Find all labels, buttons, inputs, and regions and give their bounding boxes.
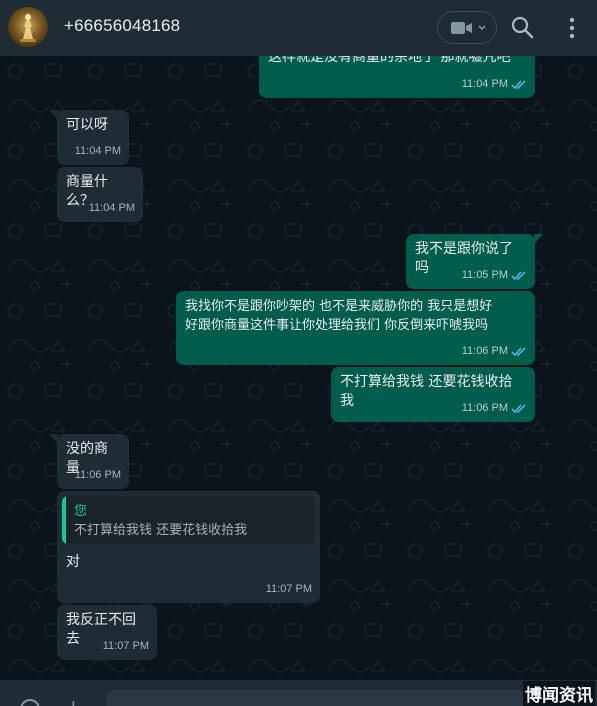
- chevron-down-icon: [478, 25, 486, 31]
- message-bubble-outgoing[interactable]: 我找你不是跟你吵架的 也不是来威胁你的 我只是想好 好跟你商量这件事让你处理给我…: [176, 291, 535, 365]
- message-time: 11:06 PM: [74, 469, 121, 481]
- message-list[interactable]: 这样就是没有商量的余地了 那就嘘咒吧 11:04 PM 可以呀 11:04 PM…: [0, 56, 597, 680]
- message-time: 11:04 PM: [74, 145, 121, 157]
- message-text: 可以呀: [66, 117, 108, 133]
- message-text: 这样就是没有商量的余地了 那就嘘咒吧: [268, 56, 511, 65]
- message-meta: 11:06 PM: [462, 399, 527, 418]
- message-bubble-outgoing[interactable]: 我不是跟你说了吗 11:05 PM: [406, 234, 543, 289]
- message-bubble-incoming-reply[interactable]: 您 不打算给我钱 还要花钱收拾我 对 11:07 PM: [57, 491, 320, 603]
- bubble-tail: [49, 110, 58, 120]
- message-text: 对: [66, 554, 80, 570]
- compose-bar: +: [0, 680, 597, 706]
- message-time: 11:04 PM: [461, 78, 508, 90]
- message-meta: 11:06 PM: [75, 466, 121, 485]
- message-time: 11:07 PM: [265, 583, 312, 595]
- message-bubble-outgoing[interactable]: 这样就是没有商量的余地了 那就嘘咒吧 11:04 PM: [259, 56, 535, 98]
- read-receipt-icon: [511, 347, 526, 357]
- message-meta: 11:06 PM: [462, 342, 527, 361]
- message-time: 11:06 PM: [461, 402, 508, 414]
- bubble-tail: [534, 234, 543, 244]
- message-bubble-incoming[interactable]: 我反正不回去 11:07 PM: [57, 605, 157, 660]
- avatar-figure-icon: [20, 13, 36, 42]
- quote-author: 您: [74, 504, 88, 519]
- message-time: 11:07 PM: [102, 640, 149, 652]
- message-meta: 11:05 PM: [462, 266, 527, 285]
- quote-text: 不打算给我钱 还要花钱收拾我: [74, 523, 248, 538]
- message-bubble-incoming[interactable]: 商量什么？ 11:04 PM: [57, 167, 143, 222]
- message-bubble-incoming[interactable]: 没的商量 11:06 PM: [49, 434, 129, 489]
- message-input[interactable]: [106, 690, 526, 706]
- quoted-message[interactable]: 您 不打算给我钱 还要花钱收拾我: [62, 496, 315, 544]
- chat-header: +66656048168: [0, 0, 597, 56]
- watermark: 博闻资讯: [523, 681, 595, 706]
- message-meta: 11:07 PM: [266, 580, 312, 599]
- attach-plus-icon[interactable]: +: [65, 697, 82, 706]
- video-call-icon: [451, 22, 472, 34]
- message-bubble-outgoing[interactable]: 不打算给我钱 还要花钱收拾我 11:06 PM: [331, 367, 535, 422]
- message-meta: 11:04 PM: [462, 75, 527, 94]
- quote-accent-bar: [62, 496, 66, 544]
- read-receipt-icon: [511, 404, 526, 414]
- message-meta: 11:04 PM: [75, 142, 121, 161]
- bubble-tail: [49, 434, 58, 444]
- message-time: 11:06 PM: [461, 345, 508, 357]
- message-meta: 11:04 PM: [89, 199, 135, 218]
- read-receipt-icon: [511, 271, 526, 281]
- message-text: 我找你不是跟你吵架的 也不是来威胁你的 我只是想好 好跟你商量这件事让你处理给我…: [185, 299, 493, 333]
- message-meta: 11:07 PM: [103, 637, 149, 656]
- whatsapp-chat-window: +66656048168 这样就是没有商量的余地了 那就嘘咒吧 11:04 PM…: [0, 0, 597, 706]
- avatar[interactable]: [8, 7, 48, 47]
- read-receipt-icon: [511, 80, 526, 90]
- contact-name[interactable]: +66656048168: [64, 16, 180, 36]
- video-call-button[interactable]: [437, 11, 497, 44]
- message-time: 11:05 PM: [461, 269, 508, 281]
- menu-icon[interactable]: [562, 16, 582, 40]
- message-time: 11:04 PM: [88, 202, 135, 214]
- message-bubble-incoming[interactable]: 可以呀 11:04 PM: [49, 110, 129, 165]
- search-icon[interactable]: [510, 15, 536, 41]
- emoji-icon[interactable]: [20, 699, 40, 706]
